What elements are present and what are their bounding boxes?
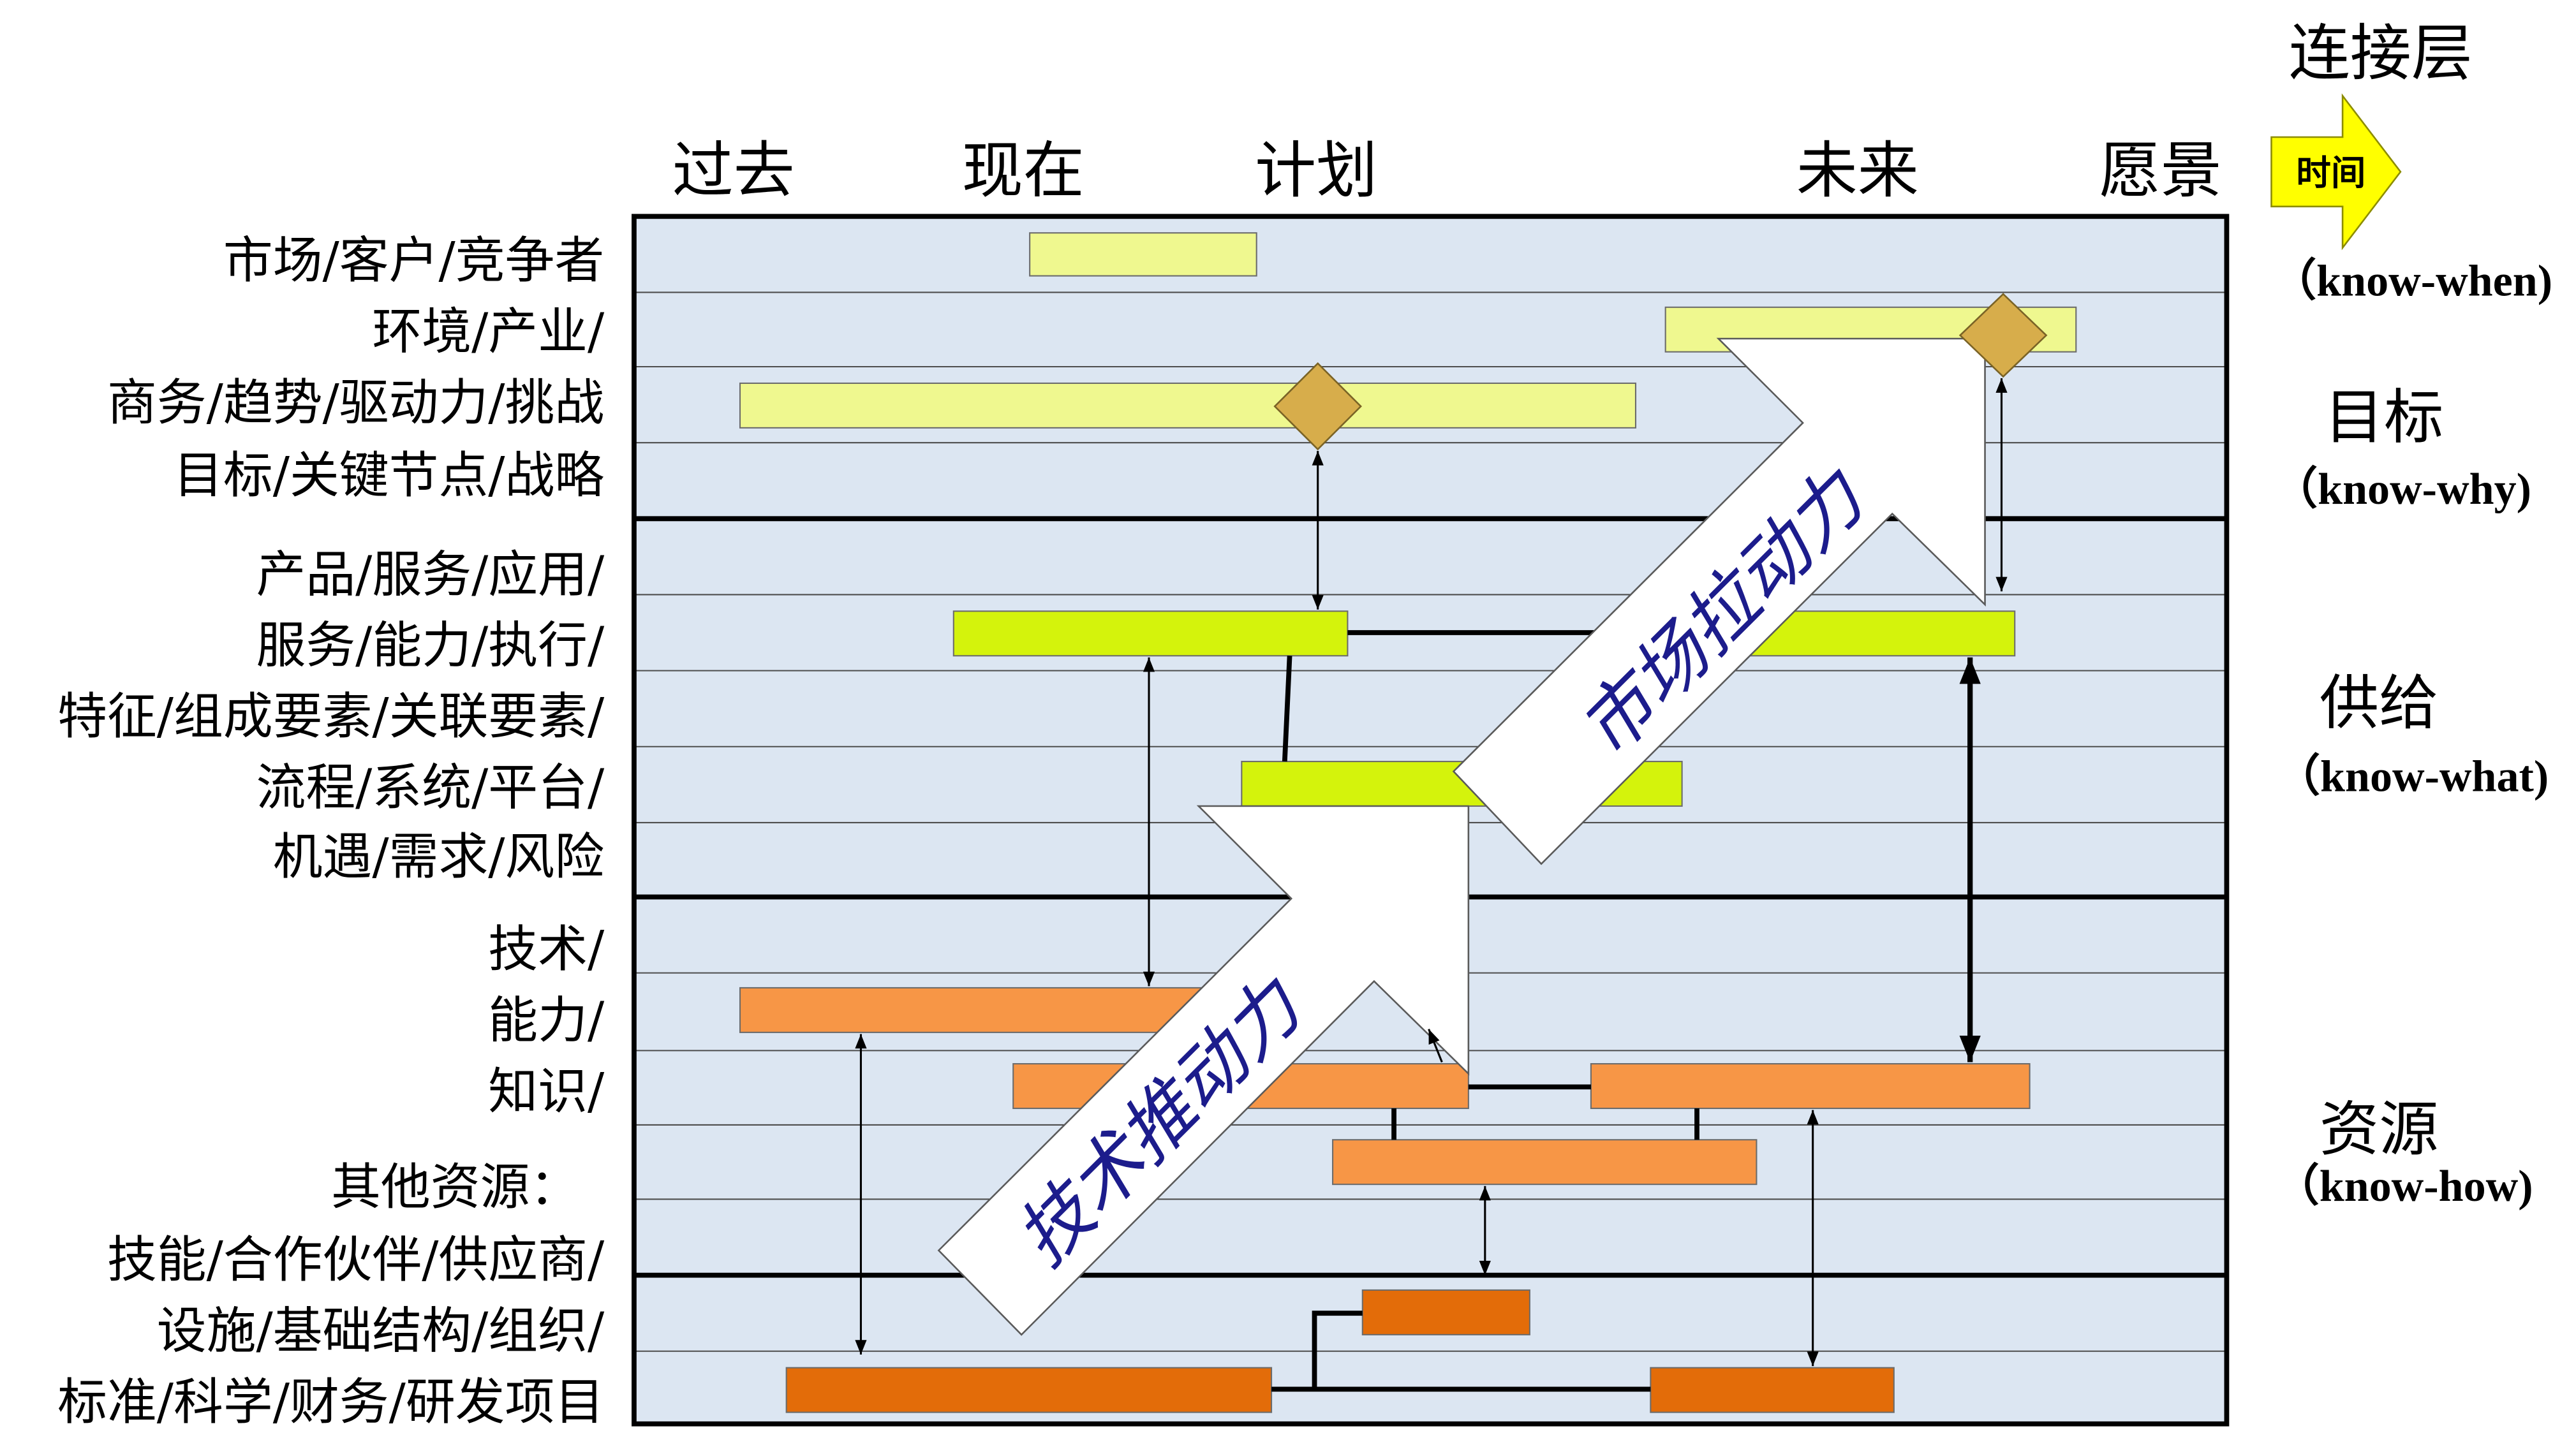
label-goals: 目标/关键节点/战略	[174, 447, 604, 504]
connection-layer-title: 连接层	[2289, 18, 2473, 89]
tag-know-what: （know-what)	[2276, 752, 2549, 802]
right-labels: （know-when) 目标 （know-why) 供给 （know-what)…	[2272, 256, 2552, 1211]
tag-know-how: （know-how)	[2275, 1161, 2533, 1211]
resource-bar	[1361, 1289, 1530, 1335]
label-skills: 技能/合作伙伴/供应商/	[107, 1231, 605, 1289]
label-facilities: 设施/基础结构/组织/	[157, 1303, 605, 1360]
label-standards: 标准/科学/财务/研发项目	[57, 1374, 604, 1431]
label-capability: 能力/	[488, 992, 605, 1050]
label-technology: 技术/	[488, 921, 605, 978]
tag-know-why: （know-why)	[2273, 464, 2531, 514]
timeline-plan: 计划	[1255, 135, 1377, 207]
timeline-future: 未来	[1796, 135, 1919, 207]
left-labels: 市场/客户/竞争者 环境/产业/ 商务/趋势/驱动力/挑战 目标/关键节点/战略…	[57, 232, 605, 1431]
label-opportunities: 机遇/需求/风险	[273, 828, 604, 886]
label-environment: 环境/产业/	[372, 304, 605, 361]
label-products: 产品/服务/应用/	[256, 546, 605, 603]
label-processes: 流程/系统/平台/	[256, 759, 605, 816]
resource-bar	[785, 1367, 1273, 1413]
technology-bar	[739, 987, 1238, 1033]
label-market: 市场/客户/竞争者	[223, 232, 604, 290]
timeline-present: 现在	[962, 135, 1084, 207]
label-other-resources: 其他资源：	[331, 1159, 579, 1216]
timeline-labels: 过去 现在 计划 未来 愿景	[672, 135, 2222, 207]
layer-goal-title: 目标	[2325, 383, 2444, 452]
market-bar	[1029, 232, 1257, 277]
label-knowledge: 知识/	[488, 1063, 605, 1120]
time-arrow: 时间	[2270, 93, 2402, 251]
label-features: 特征/组成要素/关联要素/	[57, 688, 605, 746]
market-bar	[739, 382, 1637, 429]
layer-resources-title: 资源	[2320, 1095, 2439, 1164]
label-services: 服务/能力/执行/	[256, 617, 605, 675]
timeline-vision: 愿景	[2099, 135, 2222, 207]
layer-supply-title: 供给	[2320, 669, 2439, 738]
technology-bar	[1590, 1063, 2031, 1110]
timeline-past: 过去	[672, 135, 795, 207]
supply-bar	[952, 610, 1349, 657]
technology-bar	[1332, 1139, 1758, 1186]
resource-bar	[1650, 1367, 1895, 1413]
time-arrow-label: 时间	[2296, 152, 2365, 193]
label-business: 商务/趋势/驱动力/挑战	[107, 374, 604, 432]
tag-know-when: （know-when)	[2272, 256, 2552, 306]
roadmap-diagram: 连接层 过去 现在 计划 未来 愿景 时间 市场/客户/竞争者 环境/产业/ 商…	[57, 18, 2552, 1431]
